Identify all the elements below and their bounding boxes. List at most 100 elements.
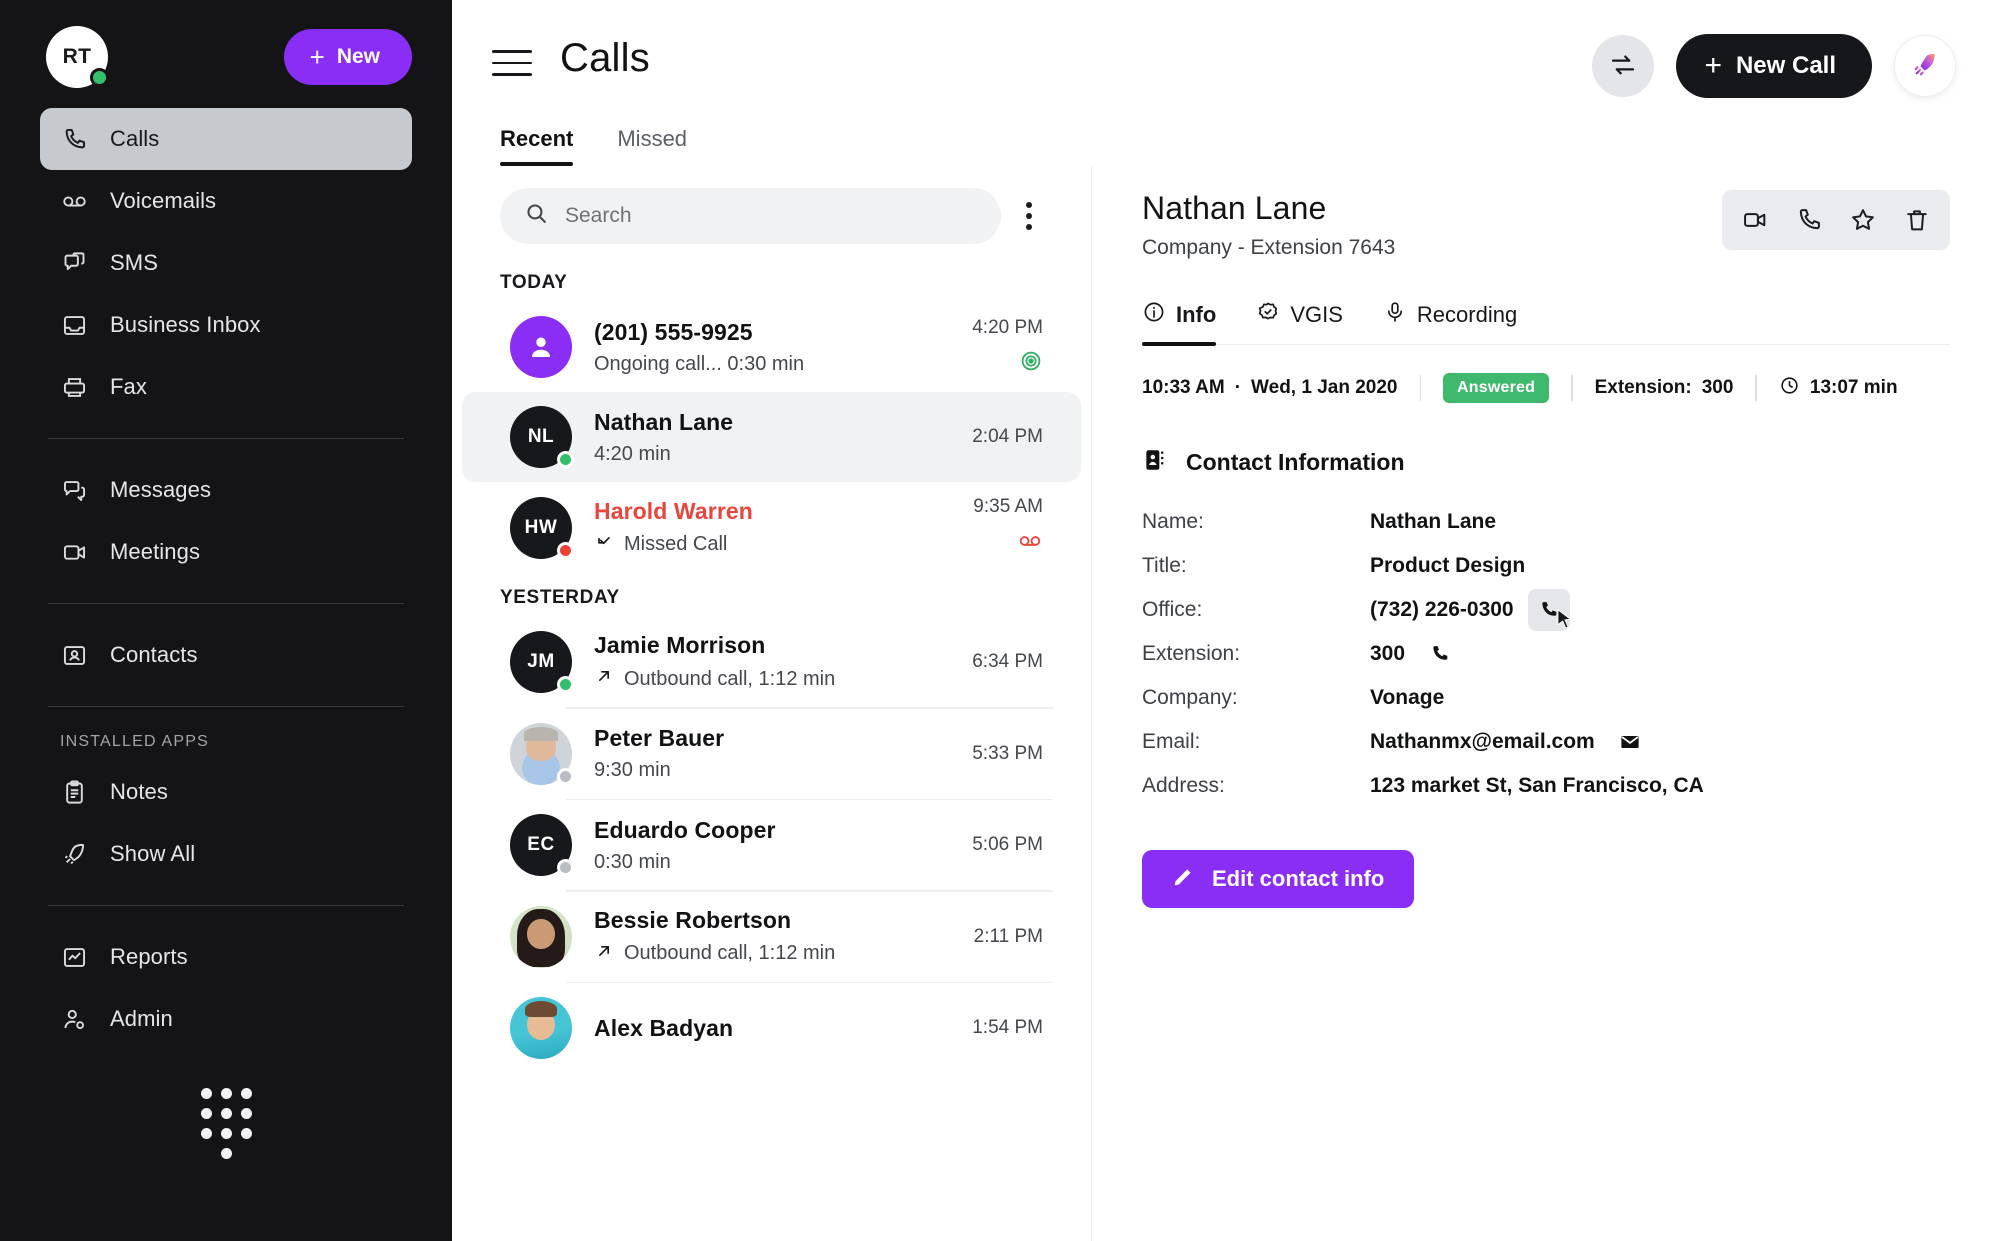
sidebar-item-fax[interactable]: Fax <box>40 356 412 418</box>
call-row-name: (201) 555-9925 <box>594 318 753 345</box>
call-list-pane: TODAY (201) 555-9925 Ongoing call... 0:3… <box>452 166 1092 1241</box>
main-header: Calls + New Call <box>452 0 2000 98</box>
tab-recording[interactable]: Recording <box>1383 300 1517 344</box>
sidebar-divider-4 <box>48 905 404 906</box>
sms-icon <box>60 249 88 277</box>
call-row-time: 1:54 PM <box>972 1017 1043 1038</box>
sidebar-item-show-all[interactable]: Show All <box>40 823 412 885</box>
field-value-text: Vonage <box>1370 686 1445 709</box>
avatar <box>510 316 572 378</box>
tab-missed[interactable]: Missed <box>617 126 687 166</box>
more-vertical-icon[interactable] <box>1011 196 1047 236</box>
sidebar-item-meetings[interactable]: Meetings <box>40 521 412 583</box>
call-row-name: Jamie Morrison <box>594 632 766 658</box>
day-group-label: YESTERDAY <box>500 587 620 608</box>
tab-info[interactable]: Info <box>1142 300 1217 346</box>
call-row[interactable]: NL Nathan Lane 4:20 min 2:04 PM <box>462 392 1081 482</box>
star-icon[interactable] <box>1840 198 1886 242</box>
vgis-icon <box>1256 300 1280 330</box>
meta-datetime: 10:33 AM · Wed, 1 Jan 2020 <box>1142 377 1420 399</box>
call-row-subtitle: Ongoing call... 0:30 min <box>594 353 950 376</box>
call-row[interactable]: JM Jamie Morrison Outbound call, 1:12 mi… <box>462 617 1081 707</box>
search-box[interactable] <box>500 188 1001 244</box>
day-group-label: TODAY <box>500 272 568 293</box>
tab-recent[interactable]: Recent <box>500 126 574 166</box>
call-row-body: Peter Bauer 9:30 min <box>594 725 950 782</box>
call-row-name: Eduardo Cooper <box>594 816 776 843</box>
call-row-body: Bessie Robertson Outbound call, 1:12 min <box>594 907 952 967</box>
trash-icon[interactable] <box>1894 198 1940 242</box>
call-extension-button[interactable] <box>1419 633 1461 675</box>
call-row-time: 5:06 PM <box>972 834 1043 855</box>
meta-extension: Extension: 300 <box>1573 377 1756 399</box>
main-panel: Calls + New Call Recent Missed Search TO… <box>452 0 2000 1241</box>
sidebar-nav-apps: Notes Show All <box>0 761 452 885</box>
call-row[interactable]: Alex Badyan 1:54 PM <box>462 983 1081 1073</box>
new-button[interactable]: + New <box>283 29 412 85</box>
call-list[interactable]: TODAY (201) 555-9925 Ongoing call... 0:3… <box>452 258 1091 1241</box>
field-title: Title: Product Design <box>1142 544 1950 588</box>
field-address: Address: 123 market St, San Francisco, C… <box>1142 764 1950 808</box>
call-row-right: 6:34 PM <box>972 651 1043 673</box>
avatar: NL <box>510 406 574 468</box>
call-row[interactable]: HW Harold Warren Missed Call 9:35 AM <box>462 482 1081 573</box>
voicemail-icon[interactable] <box>1017 528 1043 559</box>
user-avatar[interactable]: RT <box>46 26 109 88</box>
presence-dot-online <box>557 451 574 468</box>
sidebar-item-messages[interactable]: Messages <box>40 459 412 521</box>
detail-header: Nathan Lane Company - Extension 7643 <box>1142 190 1950 260</box>
call-row-right: 4:20 PM <box>972 317 1043 378</box>
tab-vgis[interactable]: VGIS <box>1256 300 1343 344</box>
call-row[interactable]: (201) 555-9925 Ongoing call... 0:30 min … <box>462 302 1081 392</box>
sidebar-item-admin[interactable]: Admin <box>40 988 412 1050</box>
call-row-time: 4:20 PM <box>972 316 1043 338</box>
transfer-icon <box>1608 50 1638 83</box>
sidebar-item-contacts[interactable]: Contacts <box>40 624 412 686</box>
rocket-button[interactable] <box>1894 35 1956 97</box>
meta-time: 10:33 AM <box>1142 377 1225 398</box>
meta-duration: 13:07 min <box>1757 375 1920 402</box>
field-label: Email: <box>1142 730 1201 753</box>
sidebar-header: RT + New <box>0 0 452 108</box>
hamburger-icon[interactable] <box>492 46 532 80</box>
dialpad-button[interactable] <box>0 1088 452 1241</box>
call-row-subtitle-text: Ongoing call... 0:30 min <box>594 352 805 375</box>
section-title: Contact Information <box>1186 449 1405 475</box>
call-row[interactable]: Bessie Robertson Outbound call, 1:12 min… <box>462 892 1081 982</box>
presence-dot-offline <box>557 859 574 876</box>
sidebar-item-sms[interactable]: SMS <box>40 232 412 294</box>
transfer-button[interactable] <box>1592 35 1655 97</box>
call-office-button[interactable] <box>1527 589 1572 631</box>
phone-icon[interactable] <box>1786 198 1832 242</box>
outbound-arrow-icon <box>594 941 614 967</box>
sidebar-item-notes[interactable]: Notes <box>40 761 412 823</box>
sidebar-item-label: Business Inbox <box>110 312 261 337</box>
call-row-right: 2:11 PM <box>974 926 1043 948</box>
new-call-button[interactable]: + New Call <box>1676 34 1872 98</box>
recording-active-icon[interactable] <box>1019 349 1043 378</box>
sidebar-item-label: Reports <box>110 944 188 969</box>
search-input[interactable] <box>565 204 977 228</box>
video-camera-icon[interactable] <box>1732 198 1778 242</box>
call-row[interactable]: EC Eduardo Cooper 0:30 min 5:06 PM <box>462 800 1081 890</box>
call-row-subtitle: 0:30 min <box>594 851 950 874</box>
sidebar-item-business-inbox[interactable]: Business Inbox <box>40 294 412 356</box>
call-row-name: Alex Badyan <box>594 1014 734 1041</box>
field-value-text: Nathanmx@email.com <box>1370 730 1595 753</box>
field-label: Name: <box>1142 510 1204 533</box>
email-button[interactable] <box>1609 721 1651 763</box>
meta-duration-value: 13:07 min <box>1809 377 1898 398</box>
field-label: Extension: <box>1142 642 1241 665</box>
meta-extension-label: Extension: <box>1594 377 1692 398</box>
sidebar-item-reports[interactable]: Reports <box>40 926 412 988</box>
call-row-name: Harold Warren <box>594 497 753 524</box>
field-office: Office: (732) 226-0300 <box>1142 588 1950 632</box>
call-row-subtitle: Outbound call, 1:12 min <box>594 666 950 692</box>
call-row[interactable]: Peter Bauer 9:30 min 5:33 PM <box>462 709 1081 799</box>
call-row-body: Harold Warren Missed Call <box>594 498 951 558</box>
detail-contact-subtitle: Company - Extension 7643 <box>1142 236 1396 259</box>
sidebar-item-label: SMS <box>110 250 158 275</box>
sidebar-item-voicemails[interactable]: Voicemails <box>40 170 412 232</box>
edit-contact-info-button[interactable]: Edit contact info <box>1142 850 1415 908</box>
sidebar-item-calls[interactable]: Calls <box>40 108 412 170</box>
